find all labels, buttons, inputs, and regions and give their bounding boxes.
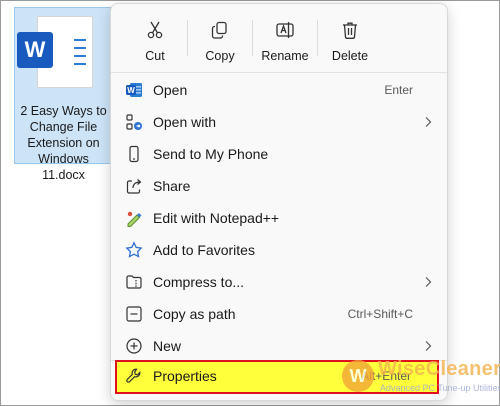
shortcut-text: Ctrl+Shift+C <box>347 307 413 321</box>
menu-item-label: Properties <box>153 368 217 384</box>
phone-icon <box>125 145 143 163</box>
menu-item-open[interactable]: W Open Enter <box>115 74 443 106</box>
file-name-label: 2 Easy Ways to Change File Extension on … <box>20 104 107 182</box>
menu-item-compress-to[interactable]: Compress to... <box>115 266 443 298</box>
menu-item-label: Compress to... <box>153 274 245 290</box>
rename-icon <box>276 22 294 38</box>
quick-action-bar: Cut Copy Rename Delete <box>123 12 382 68</box>
notepad-plus-plus-icon <box>125 209 143 227</box>
copy-button[interactable]: Copy <box>188 12 252 68</box>
compress-folder-icon <box>125 273 143 291</box>
delete-button[interactable]: Delete <box>318 12 382 68</box>
chevron-right-icon <box>425 341 432 351</box>
copy-label: Copy <box>205 49 235 63</box>
svg-text:W: W <box>127 86 135 95</box>
wrench-icon <box>125 367 143 385</box>
desktop-file-item[interactable]: W 2 Easy Ways to Change File Extension o… <box>14 7 111 182</box>
menu-item-copy-as-path[interactable]: Copy as path Ctrl+Shift+C <box>115 298 443 330</box>
chevron-right-icon <box>425 117 432 127</box>
rename-label: Rename <box>261 49 309 63</box>
open-with-icon <box>125 113 143 131</box>
shortcut-text: Enter <box>384 83 413 97</box>
plus-circle-icon <box>125 337 143 355</box>
word-app-icon: W <box>125 81 143 99</box>
menu-item-new[interactable]: New <box>115 330 443 362</box>
star-icon <box>125 241 143 259</box>
menu-item-label: Share <box>153 178 191 194</box>
cut-button[interactable]: Cut <box>123 12 187 68</box>
chevron-right-icon <box>425 277 432 287</box>
menu-item-label: Copy as path <box>153 306 236 322</box>
menu-item-label: Add to Favorites <box>153 242 255 258</box>
scissors-icon <box>147 21 163 39</box>
shortcut-text: Alt+Enter <box>361 369 411 383</box>
menu-item-label: Send to My Phone <box>153 146 269 162</box>
trash-icon <box>343 22 357 39</box>
copy-path-icon <box>125 305 143 323</box>
menu-item-label: Edit with Notepad++ <box>153 210 280 226</box>
menu-item-open-with[interactable]: Open with <box>115 106 443 138</box>
menu-item-label: Open with <box>153 114 217 130</box>
rename-button[interactable]: Rename <box>253 12 317 68</box>
menu-separator <box>111 72 447 73</box>
menu-item-label: Open <box>153 82 188 98</box>
menu-item-share[interactable]: Share <box>115 170 443 202</box>
share-icon <box>125 177 143 195</box>
delete-label: Delete <box>331 49 369 63</box>
context-menu: Cut Copy Rename Delete W Open Enter Open… <box>110 3 448 401</box>
menu-item-add-to-favorites[interactable]: Add to Favorites <box>115 234 443 266</box>
menu-item-properties[interactable]: Properties Alt+Enter <box>115 360 439 394</box>
word-document-icon: W <box>17 32 53 68</box>
menu-item-label: New <box>153 338 182 354</box>
menu-item-send-to-phone[interactable]: Send to My Phone <box>115 138 443 170</box>
cut-label: Cut <box>145 49 165 63</box>
menu-item-edit-notepad-plus-plus[interactable]: Edit with Notepad++ <box>115 202 443 234</box>
copy-icon <box>211 21 227 39</box>
